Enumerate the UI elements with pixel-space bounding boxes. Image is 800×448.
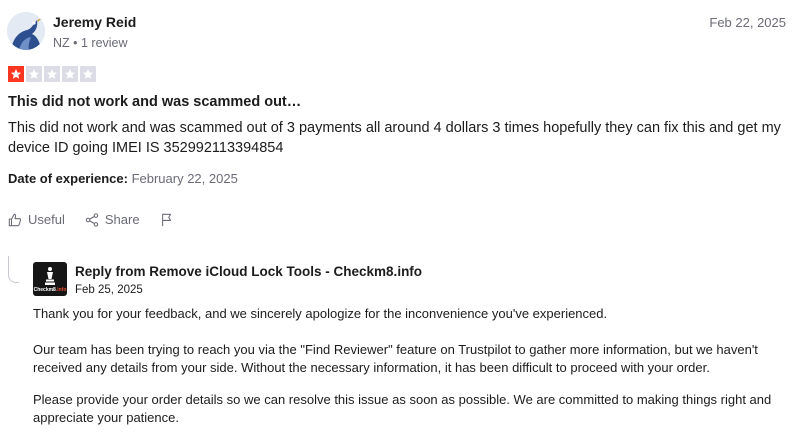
share-label: Share (104, 212, 140, 227)
flag-icon (161, 213, 171, 226)
share-button[interactable]: Share (85, 212, 140, 227)
star-icon (62, 66, 78, 82)
reviewer-name[interactable]: Jeremy Reid (53, 14, 136, 30)
useful-button[interactable]: Useful (8, 212, 65, 227)
reviewer-avatar[interactable] (7, 12, 45, 50)
experience-label: Date of experience: (8, 171, 128, 186)
useful-label: Useful (28, 212, 65, 227)
company-logo[interactable]: Checkm8.info (33, 262, 67, 296)
reply-paragraph: Our team has been trying to reach you vi… (33, 342, 758, 375)
share-icon (85, 212, 99, 227)
review-date: Feb 22, 2025 (709, 15, 786, 30)
report-button[interactable] (160, 213, 174, 227)
company-logo-text: Checkm8.info (33, 287, 67, 293)
reviewer-meta: NZ • 1 review (53, 36, 128, 50)
review-title[interactable]: This did not work and was scammed out… (8, 94, 301, 110)
thumbs-up-icon (8, 213, 22, 226)
reply-paragraph: Thank you for your feedback, and we sinc… (33, 306, 608, 321)
date-of-experience: Date of experience: February 22, 2025 (8, 171, 238, 186)
experience-date: February 22, 2025 (131, 171, 238, 186)
star-icon (44, 66, 60, 82)
reply-date: Feb 25, 2025 (75, 284, 143, 296)
reply-connector (8, 256, 19, 283)
review-actions: Useful Share (8, 212, 194, 227)
review-body: This did not work and was scammed out of… (8, 120, 781, 156)
reply-paragraph: Please provide your order details so we … (33, 392, 772, 425)
star-icon (8, 66, 24, 82)
star-icon (26, 66, 42, 82)
star-rating (8, 66, 96, 82)
review-card: Jeremy Reid NZ • 1 review Feb 22, 2025 T… (0, 0, 800, 448)
star-icon (80, 66, 96, 82)
reply-header: Reply from Remove iCloud Lock Tools - Ch… (75, 264, 423, 279)
bird-avatar-icon (7, 12, 45, 50)
